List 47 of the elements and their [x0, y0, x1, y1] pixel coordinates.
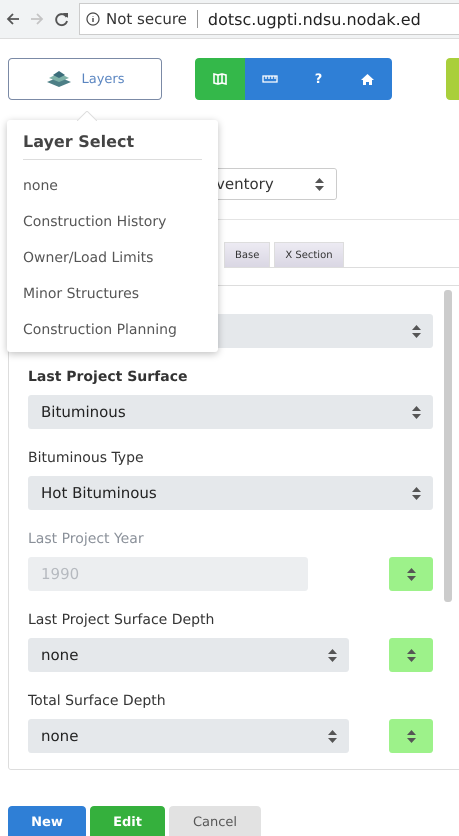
- address-bar[interactable]: Not secure dotsc.ugpti.ndsu.nodak.ed: [79, 3, 459, 35]
- ruler-button[interactable]: [245, 58, 294, 100]
- select-arrows-icon: [412, 486, 421, 500]
- select-arrows-icon: [328, 730, 337, 742]
- field-label: Total Surface Depth: [28, 693, 167, 710]
- tab[interactable]: X Section: [274, 242, 344, 267]
- select-field[interactable]: none: [28, 638, 349, 672]
- select-arrows-icon: [412, 324, 421, 338]
- info-icon: [86, 12, 100, 26]
- layers-button[interactable]: Layers: [8, 58, 162, 100]
- menu-item[interactable]: none: [23, 168, 202, 204]
- spinner-button[interactable]: [389, 638, 433, 672]
- menu-item[interactable]: Minor Structures: [23, 276, 202, 312]
- home-icon: [361, 74, 374, 84]
- layers-icon: [45, 70, 74, 88]
- home-button[interactable]: [343, 58, 392, 100]
- spinner-button[interactable]: [389, 557, 433, 591]
- select-arrows-icon: [406, 730, 416, 742]
- map-icon: [213, 73, 227, 85]
- select-arrows-icon: [412, 406, 421, 418]
- field-label: Last Project Surface: [28, 369, 188, 386]
- select-arrows-icon: [406, 648, 416, 662]
- security-label: Not secure: [106, 10, 187, 28]
- select-arrows-icon: [315, 178, 324, 190]
- select-field[interactable]: Hot Bituminous: [28, 476, 433, 510]
- select-field[interactable]: none: [28, 719, 349, 753]
- scrollbar-thumb[interactable]: [444, 290, 452, 602]
- action-button[interactable]: Cancel: [169, 806, 261, 836]
- back-icon[interactable]: [6, 12, 20, 26]
- menu-item[interactable]: Owner/Load Limits: [23, 240, 202, 276]
- map-button[interactable]: [195, 58, 245, 100]
- reload-icon[interactable]: [54, 12, 69, 26]
- field-label: Bituminous Type: [28, 450, 145, 467]
- ruler-icon: [262, 75, 278, 83]
- menu-item[interactable]: Construction History: [23, 204, 202, 240]
- help-button[interactable]: ?: [294, 58, 343, 100]
- select-arrows-icon: [328, 648, 337, 662]
- tab[interactable]: Base: [224, 242, 270, 267]
- action-button[interactable]: New: [8, 806, 86, 836]
- select-field[interactable]: Bituminous: [28, 395, 433, 429]
- spinner-button[interactable]: [389, 719, 433, 753]
- menu-item[interactable]: Construction Planning: [23, 312, 202, 348]
- menu-title: Layer Select: [23, 132, 202, 160]
- field-label: Last Project Surface Depth: [28, 612, 216, 629]
- select-arrows-icon: [406, 568, 416, 580]
- field-label: Last Project Year: [28, 531, 145, 548]
- url-text: dotsc.ugpti.ndsu.nodak.ed: [208, 10, 421, 28]
